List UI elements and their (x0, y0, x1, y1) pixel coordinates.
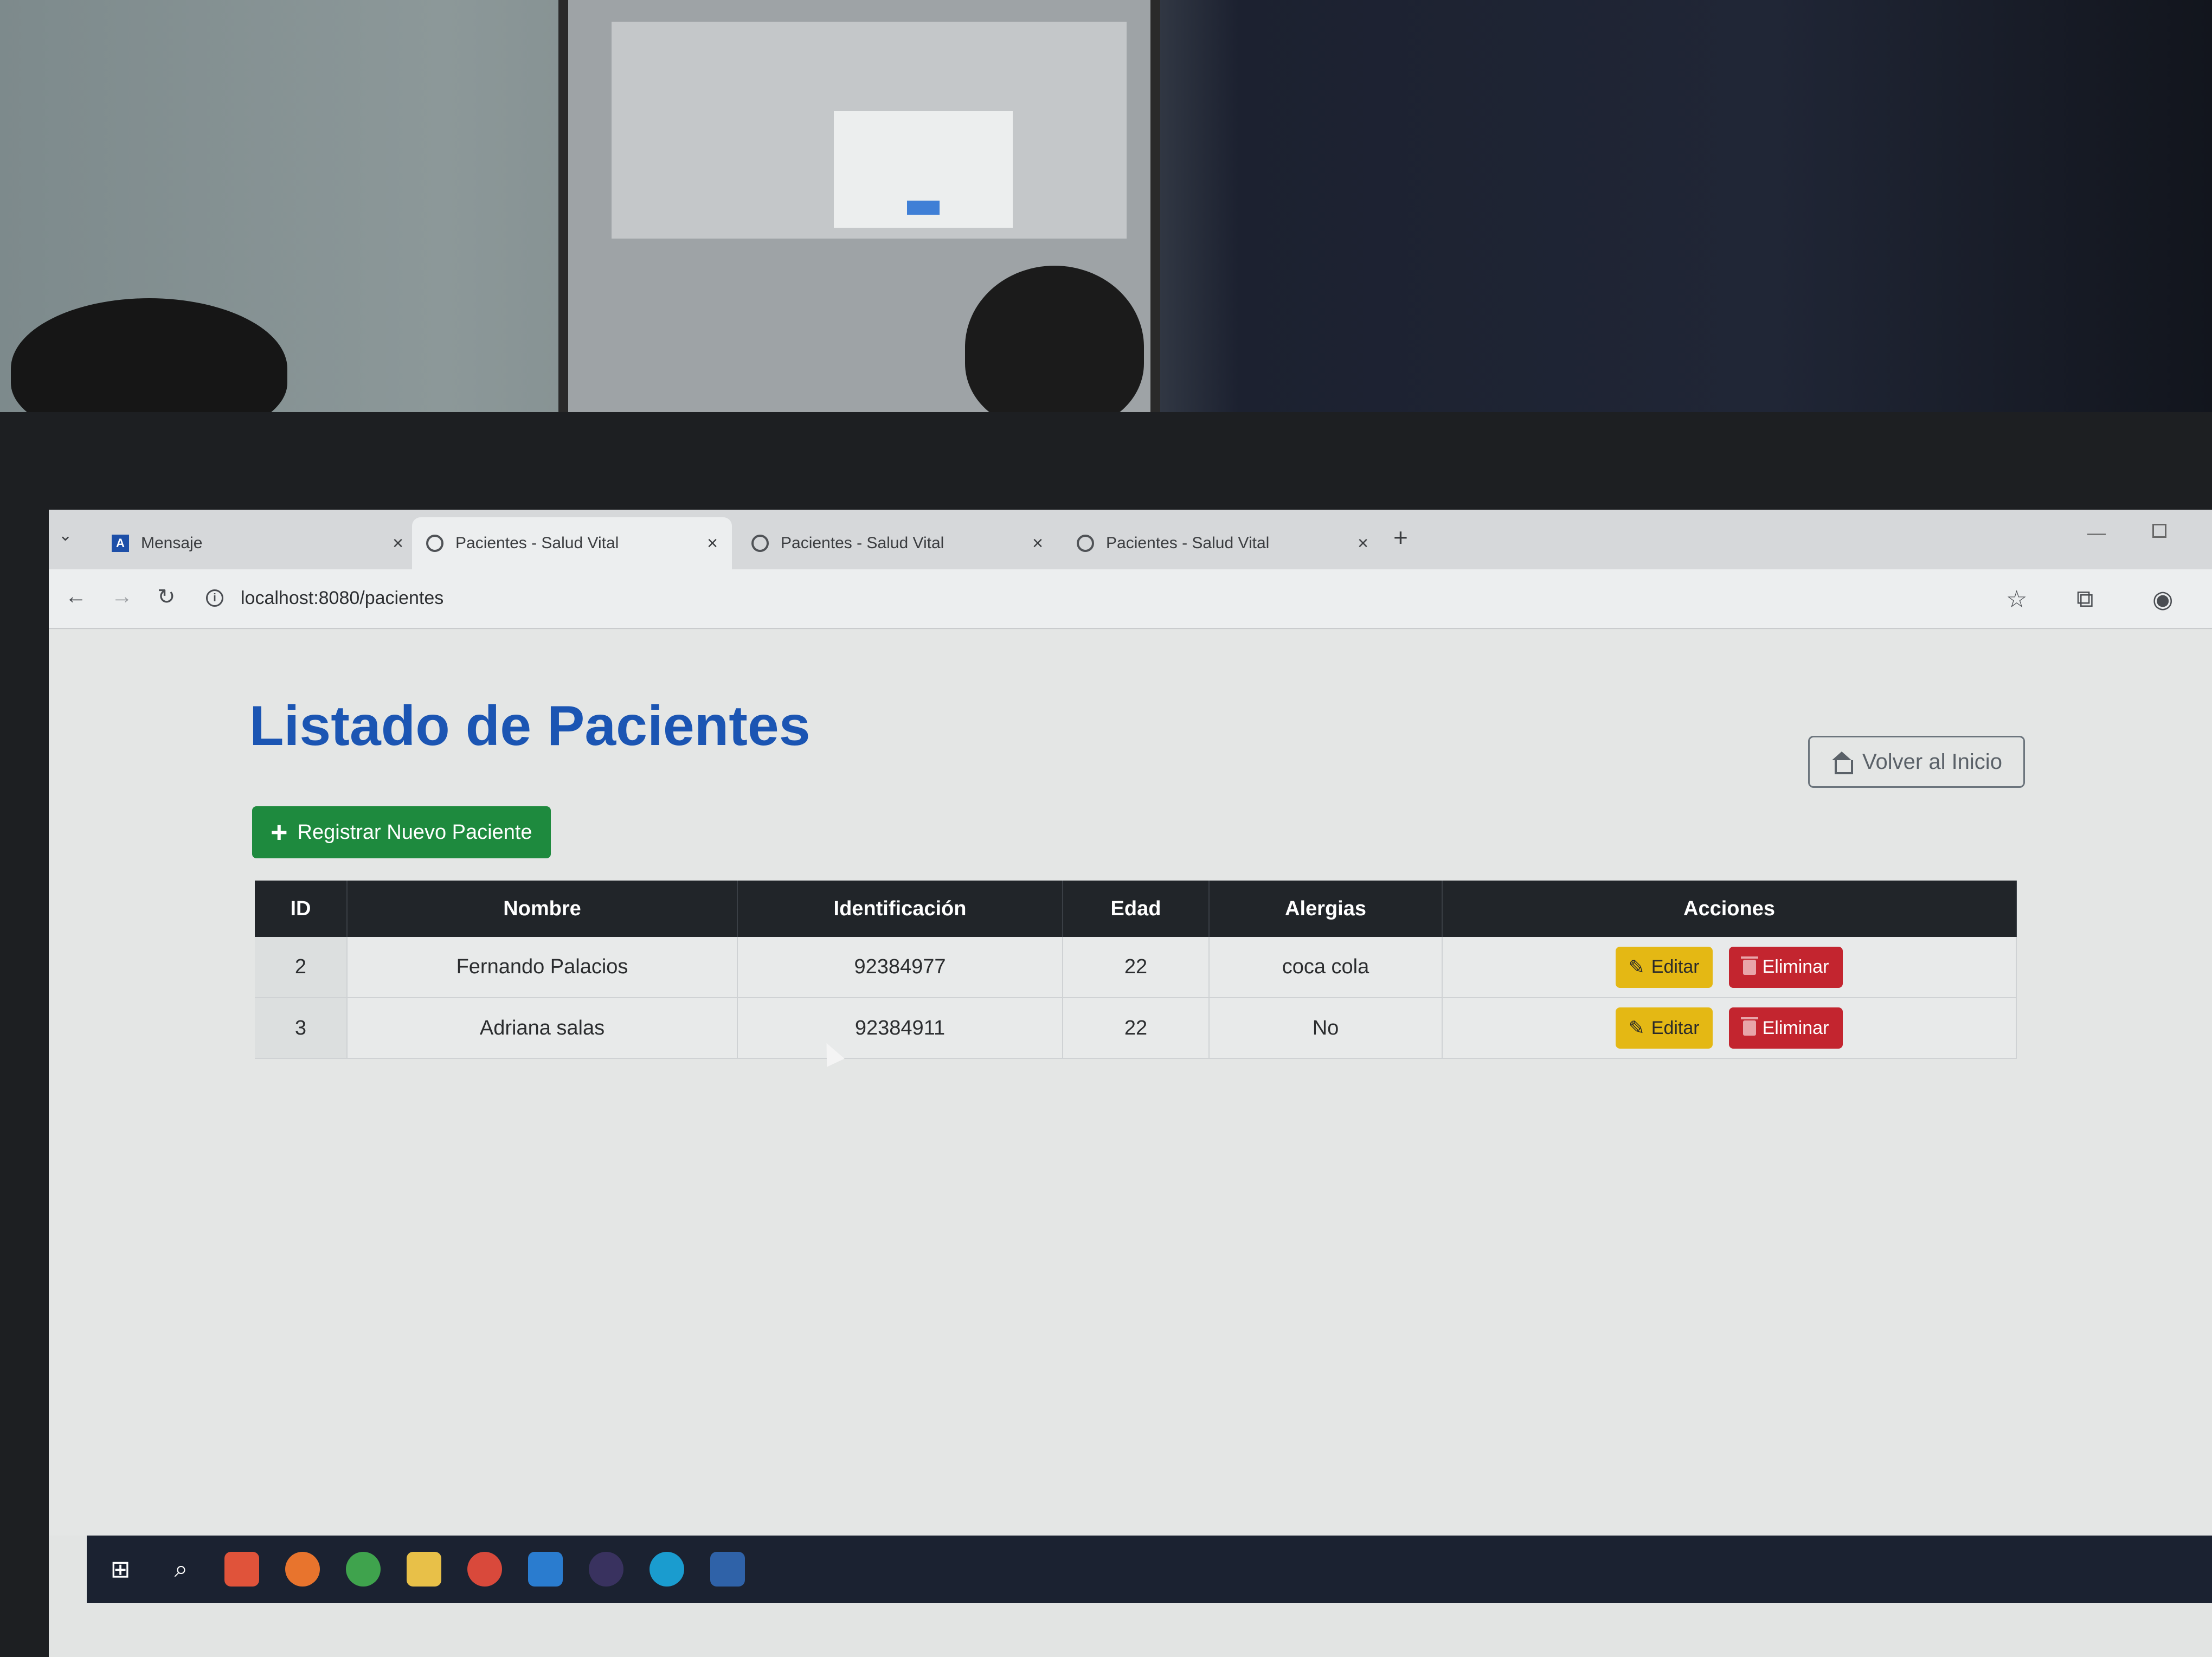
browser-toolbar: ← → ↻ i localhost:8080/pacientes ☆ ⧉ ◉ (49, 569, 2212, 629)
cell-edad: 22 (1063, 937, 1210, 998)
tab-title: Pacientes - Salud Vital (781, 534, 944, 552)
close-icon[interactable]: × (1032, 533, 1043, 554)
pencil-icon: ✎ (1628, 955, 1645, 978)
back-home-button[interactable]: Volver al Inicio (1808, 736, 2025, 788)
file-explorer-icon[interactable] (407, 1552, 441, 1587)
globe-icon (1077, 535, 1094, 552)
tab-mensaje[interactable]: A Mensaje × (98, 517, 417, 569)
delete-button[interactable]: Eliminar (1728, 1007, 1843, 1049)
chrome-icon[interactable] (467, 1552, 502, 1587)
delete-button[interactable]: Eliminar (1728, 946, 1843, 988)
back-home-label: Volver al Inicio (1862, 749, 2002, 774)
tab-pacientes-active[interactable]: Pacientes - Salud Vital × (412, 517, 732, 569)
header-id: ID (255, 881, 348, 937)
cell-id: 3 (255, 998, 348, 1059)
page-title: Listado de Pacientes (249, 695, 811, 757)
close-icon[interactable]: × (1358, 533, 1368, 554)
bookmark-star-icon[interactable]: ☆ (2006, 586, 2027, 613)
firefox-icon[interactable] (285, 1552, 320, 1587)
reload-icon[interactable]: ↻ (157, 585, 176, 609)
restore-icon[interactable] (2152, 524, 2166, 538)
address-bar[interactable]: i localhost:8080/pacientes (206, 579, 1941, 617)
plus-icon: + (271, 816, 288, 849)
cell-id: 2 (255, 937, 348, 998)
monitor-screen: ⌄ A Mensaje × Pacientes - Salud Vital × … (49, 510, 2212, 1657)
trash-icon (1740, 956, 1758, 975)
vscode-icon[interactable] (528, 1552, 563, 1587)
edit-label: Editar (1651, 1017, 1700, 1038)
register-patient-button[interactable]: + Registrar Nuevo Paciente (252, 806, 551, 858)
edit-button[interactable]: ✎ Editar (1615, 1007, 1713, 1049)
close-icon[interactable]: × (393, 533, 403, 554)
app-icon[interactable] (710, 1552, 745, 1587)
table-row: 3 Adriana salas 92384911 22 No ✎ Editar (255, 998, 2017, 1059)
minimize-icon[interactable]: — (2087, 523, 2106, 544)
table-header-row: ID Nombre Identificación Edad Alergias A… (255, 881, 2017, 937)
tab-title: Pacientes - Salud Vital (1106, 534, 1270, 552)
delete-label: Eliminar (1762, 956, 1829, 977)
tab-title: Pacientes - Salud Vital (455, 534, 619, 552)
person-head (965, 266, 1144, 428)
trash-icon (1740, 1017, 1758, 1036)
projected-dialog (834, 111, 1013, 228)
globe-icon (426, 535, 443, 552)
search-icon[interactable]: ⌕ (164, 1552, 198, 1587)
tab-list-chevron-icon[interactable]: ⌄ (59, 526, 72, 545)
cell-nombre: Fernando Palacios (347, 937, 738, 998)
chrome-icon[interactable] (346, 1552, 381, 1587)
pencil-icon: ✎ (1628, 1017, 1645, 1039)
url-text: localhost:8080/pacientes (241, 587, 444, 608)
edge-icon[interactable] (650, 1552, 684, 1587)
new-tab-plus-icon[interactable]: + (1393, 523, 1408, 552)
close-icon[interactable]: × (707, 533, 718, 554)
delete-label: Eliminar (1762, 1017, 1829, 1038)
cell-nombre: Adriana salas (347, 998, 738, 1059)
cell-acciones: ✎ Editar Eliminar (1442, 937, 2017, 998)
browser-tab-bar: ⌄ A Mensaje × Pacientes - Salud Vital × … (49, 510, 2212, 569)
edit-button[interactable]: ✎ Editar (1615, 946, 1713, 988)
cell-edad: 22 (1063, 998, 1210, 1059)
forward-arrow-icon[interactable]: → (111, 585, 133, 609)
tab-pacientes-2[interactable]: Pacientes - Salud Vital × (737, 517, 1057, 569)
app-icon: A (112, 535, 129, 552)
edit-label: Editar (1651, 956, 1700, 977)
site-info-icon[interactable]: i (206, 589, 223, 607)
globe-icon (751, 535, 769, 552)
cell-acciones: ✎ Editar Eliminar (1442, 998, 2017, 1059)
windows-taskbar: ⊞ ⌕ (87, 1536, 2212, 1603)
cell-identificacion: 92384977 (737, 937, 1063, 998)
extensions-icon[interactable]: ⧉ (2076, 586, 2093, 613)
projected-page (612, 22, 1127, 239)
page-content: Listado de Pacientes Volver al Inicio + … (49, 630, 2212, 1536)
header-edad: Edad (1063, 881, 1210, 937)
header-identificacion: Identificación (737, 881, 1063, 937)
cell-alergias: coca cola (1209, 937, 1443, 998)
header-acciones: Acciones (1442, 881, 2017, 937)
cell-identificacion: 92384911 (737, 998, 1063, 1059)
tab-pacientes-3[interactable]: Pacientes - Salud Vital × (1063, 517, 1382, 569)
projected-dialog-button (907, 201, 940, 215)
back-arrow-icon[interactable]: ← (65, 585, 87, 609)
table-row: 2 Fernando Palacios 92384977 22 coca col… (255, 937, 2017, 998)
house-icon (1831, 752, 1854, 774)
brave-icon[interactable] (224, 1552, 259, 1587)
header-nombre: Nombre (347, 881, 738, 937)
windows-start-icon[interactable]: ⊞ (103, 1552, 138, 1587)
patients-table: ID Nombre Identificación Edad Alergias A… (255, 881, 2017, 1059)
eclipse-icon[interactable] (589, 1552, 623, 1587)
photo-background (0, 0, 2212, 439)
profile-icon[interactable]: ◉ (2152, 586, 2173, 613)
tab-title: Mensaje (141, 534, 203, 552)
cell-alergias: No (1209, 998, 1443, 1059)
register-patient-label: Registrar Nuevo Paciente (297, 820, 532, 844)
header-alergias: Alergias (1209, 881, 1443, 937)
